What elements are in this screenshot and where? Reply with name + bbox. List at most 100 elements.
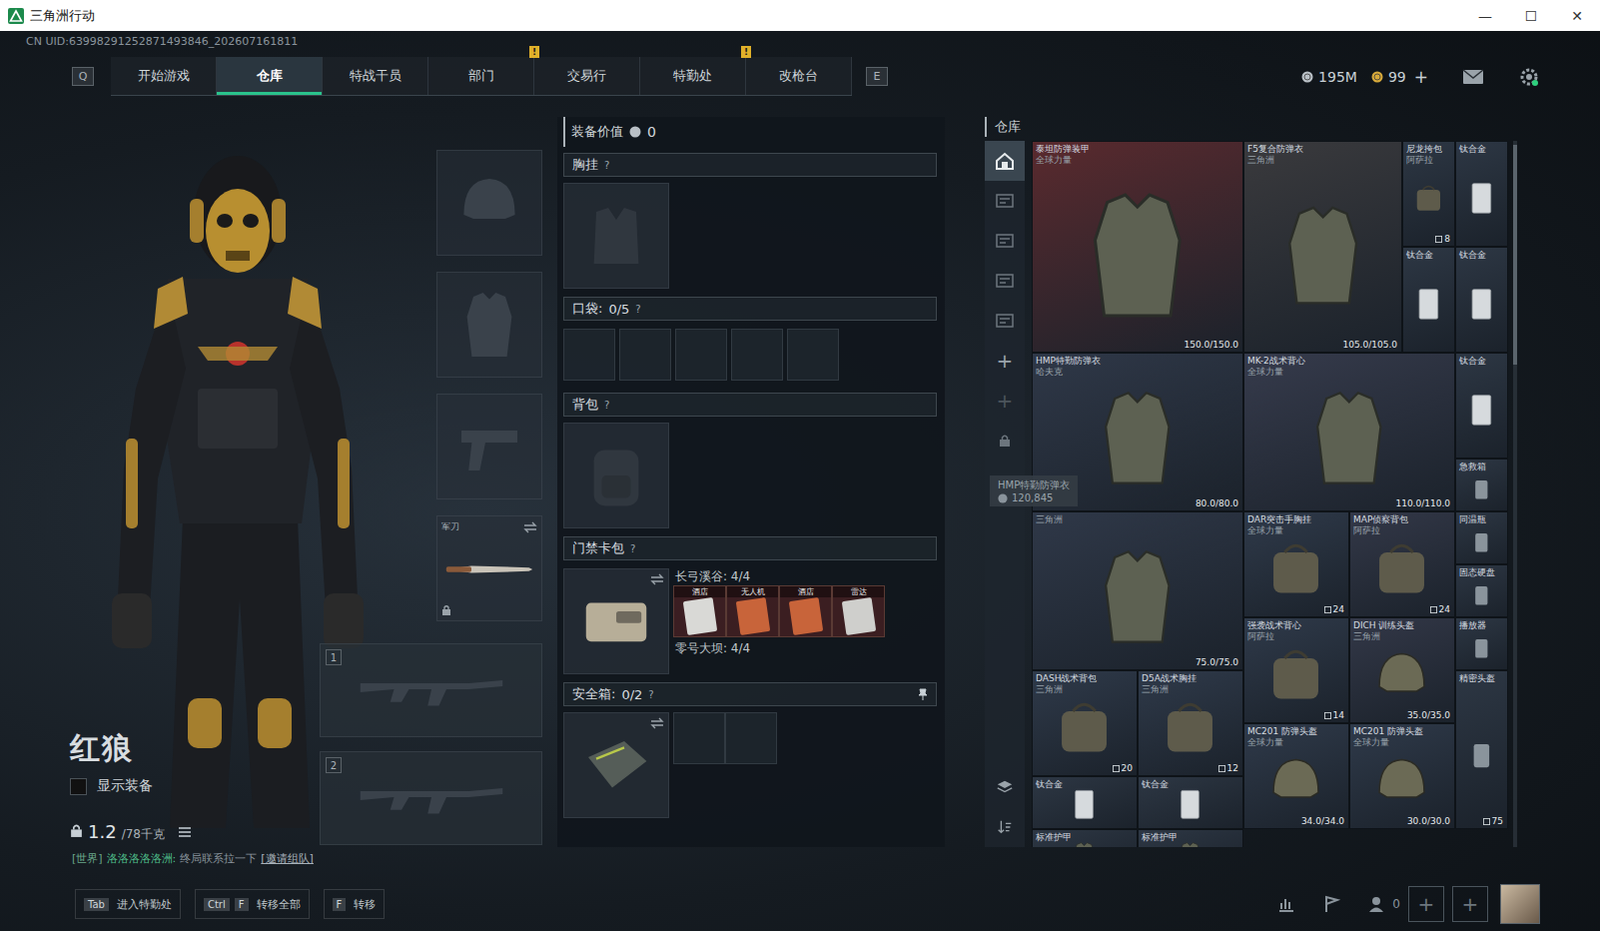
warehouse-item[interactable]: 强袭战术背心阿萨拉14 <box>1243 617 1350 724</box>
weapon-slot[interactable]: 1 <box>319 643 543 738</box>
flag-icon[interactable] <box>1322 893 1343 914</box>
warehouse-grid: 泰坦防弹装甲全球力量150.0/150.0F5复合防弹衣三角洲105.0/105… <box>1031 140 1509 847</box>
add-storage-button[interactable]: + <box>984 340 1025 381</box>
invite-link[interactable]: [邀请组队] <box>260 850 314 866</box>
mail-icon[interactable] <box>1462 68 1485 85</box>
misc-icon <box>1466 474 1498 506</box>
list-icon[interactable] <box>177 825 192 838</box>
window-control[interactable]: — <box>1462 7 1509 24</box>
warehouse-item[interactable]: MAP侦察背包阿萨拉24 <box>1349 511 1456 618</box>
warehouse-item[interactable]: 标准护甲 <box>1031 828 1138 847</box>
pocket-slot[interactable] <box>787 328 839 381</box>
warehouse-item[interactable]: 精密头盔75 <box>1455 670 1509 829</box>
pocket-slot[interactable] <box>563 328 616 381</box>
warehouse-item[interactable]: DICH 训练头盔三角洲35.0/35.0 <box>1349 617 1456 724</box>
key-hint-button[interactable]: Tab进入特勤处 <box>74 888 181 919</box>
helmet-icon <box>449 162 530 243</box>
safebox-item-slot[interactable] <box>673 712 726 765</box>
melee-slot[interactable]: 军刀 <box>436 515 543 622</box>
window-control[interactable]: ☐ <box>1508 7 1555 24</box>
keycard[interactable]: 无人机 <box>726 585 780 638</box>
nav-tab[interactable]: 开始游戏 <box>110 56 217 95</box>
show-gear-checkbox[interactable]: 显示装备 <box>69 777 320 796</box>
chest-rig-slot[interactable] <box>563 182 670 289</box>
title-bar: 三角洲行动—☐✕ <box>0 0 1600 31</box>
game-window: 三角洲行动—☐✕CN UID:63998291252871493846_2026… <box>0 0 1600 931</box>
warehouse-item[interactable]: 播放器 <box>1455 617 1509 671</box>
chat-line[interactable]: [世界]洛洛洛洛洛洲:终局联系拉一下[邀请组队] <box>0 850 543 866</box>
warehouse-item[interactable]: 钛合金 <box>1455 352 1509 459</box>
currency: 195M <box>1301 68 1358 85</box>
helmet-slot[interactable] <box>436 149 543 256</box>
warehouse-tab[interactable] <box>984 220 1025 261</box>
warehouse-tab[interactable] <box>984 260 1025 301</box>
settings-gear-icon[interactable] <box>1518 65 1541 88</box>
checkbox[interactable] <box>69 778 87 796</box>
warehouse-item[interactable]: 泰坦防弹装甲全球力量150.0/150.0 <box>1031 140 1244 353</box>
invite-slot[interactable]: + <box>1452 885 1489 922</box>
keycard[interactable]: 酒店 <box>673 585 727 638</box>
pocket-slot[interactable] <box>731 328 784 381</box>
weapon-slot[interactable]: 2 <box>319 751 543 845</box>
swap-icon[interactable] <box>650 717 665 730</box>
pocket-slot[interactable] <box>675 328 728 381</box>
nav-tab[interactable]: 特战干员 <box>322 56 429 95</box>
warehouse-item[interactable]: 钛合金 <box>1455 246 1509 353</box>
warehouse-item[interactable]: 钛合金 <box>1031 776 1138 829</box>
warehouse-item[interactable]: MK-2战术背心全球力量110.0/110.0 <box>1243 352 1456 512</box>
keycard-case-slot[interactable] <box>563 568 670 675</box>
warehouse-tab[interactable] <box>984 140 1025 181</box>
safebox-item-slot[interactable] <box>725 712 778 765</box>
nav-tab[interactable]: 部门 <box>428 56 535 95</box>
keycard[interactable]: 酒店 <box>779 585 832 638</box>
key-hint-button[interactable]: F转移 <box>323 888 386 919</box>
keycard[interactable]: 雷达 <box>831 585 885 638</box>
player-avatar[interactable] <box>1500 883 1541 924</box>
warehouse-item[interactable]: 钛合金 <box>1455 140 1509 247</box>
pistol-slot[interactable] <box>436 393 543 500</box>
swap-icon[interactable] <box>523 521 538 534</box>
friends-button[interactable]: 0 <box>1368 893 1401 914</box>
warehouse-item[interactable]: 钛合金 <box>1137 776 1244 829</box>
warehouse-item[interactable]: 同温瓶 <box>1455 511 1509 565</box>
backpack-slot[interactable] <box>563 422 670 529</box>
pin-icon[interactable] <box>917 688 928 701</box>
loadout-panel: 装备价值0胸挂?口袋:0/5?背包?门禁卡包?长弓溪谷: 4/4酒店无人机酒店雷… <box>557 116 945 847</box>
durability: 35.0/35.0 <box>1407 710 1451 721</box>
bag-icon <box>1409 160 1449 236</box>
warehouse-item[interactable]: D5A战术胸挂三角洲12 <box>1137 670 1244 777</box>
nav-tab[interactable]: !改枪台 <box>746 56 852 95</box>
misc-icon <box>1466 580 1498 612</box>
window-control[interactable]: ✕ <box>1554 7 1600 24</box>
stats-chart-icon[interactable] <box>1276 893 1297 914</box>
nav-tab[interactable]: !交易行 <box>534 56 641 95</box>
warehouse-item[interactable]: 固态硬盘 <box>1455 564 1509 618</box>
nav-tab[interactable]: 仓库 <box>216 56 323 95</box>
safebox-slot[interactable] <box>563 712 670 818</box>
warehouse-item[interactable]: MC201 防弹头盔全球力量30.0/30.0 <box>1349 723 1456 829</box>
armor-slot[interactable] <box>436 271 543 378</box>
keycard-case: 长弓溪谷: 4/4酒店无人机酒店雷达零号大坝: 4/4 <box>563 568 937 675</box>
warehouse-item[interactable]: DASH战术背包三角洲20 <box>1031 670 1138 777</box>
warehouse-tab[interactable] <box>984 300 1025 341</box>
warehouse-item[interactable]: MC201 防弹头盔全球力量34.0/34.0 <box>1243 723 1350 829</box>
stack-button[interactable] <box>984 767 1025 807</box>
nav-tab[interactable]: 特勤处 <box>640 56 747 95</box>
sort-button[interactable] <box>984 806 1025 847</box>
pocket-slot[interactable] <box>619 328 672 381</box>
warehouse-tab[interactable] <box>984 180 1025 221</box>
warehouse-item[interactable]: DAR突击手胸挂全球力量24 <box>1243 511 1350 618</box>
warehouse-item[interactable]: 尼龙挎包阿萨拉8 <box>1402 140 1456 247</box>
invite-slot[interactable]: + <box>1408 885 1445 922</box>
add-currency-button[interactable]: + <box>1414 66 1429 87</box>
warehouse-item[interactable]: F5复合防弹衣三角洲105.0/105.0 <box>1243 140 1403 353</box>
warehouse-item[interactable]: 标准护甲 <box>1137 828 1244 847</box>
warehouse-item[interactable]: 钛合金 <box>1402 246 1456 353</box>
swap-icon[interactable] <box>650 573 665 586</box>
warehouse-item[interactable]: 三角洲75.0/75.0 <box>1031 511 1244 671</box>
warehouse-item[interactable]: 急救箱 <box>1455 458 1509 512</box>
misc-icon <box>1466 527 1498 559</box>
coin-icon <box>1371 70 1384 83</box>
key-hint-button[interactable]: CtrlF转移全部 <box>194 888 310 919</box>
scrollbar[interactable] <box>1513 140 1518 847</box>
